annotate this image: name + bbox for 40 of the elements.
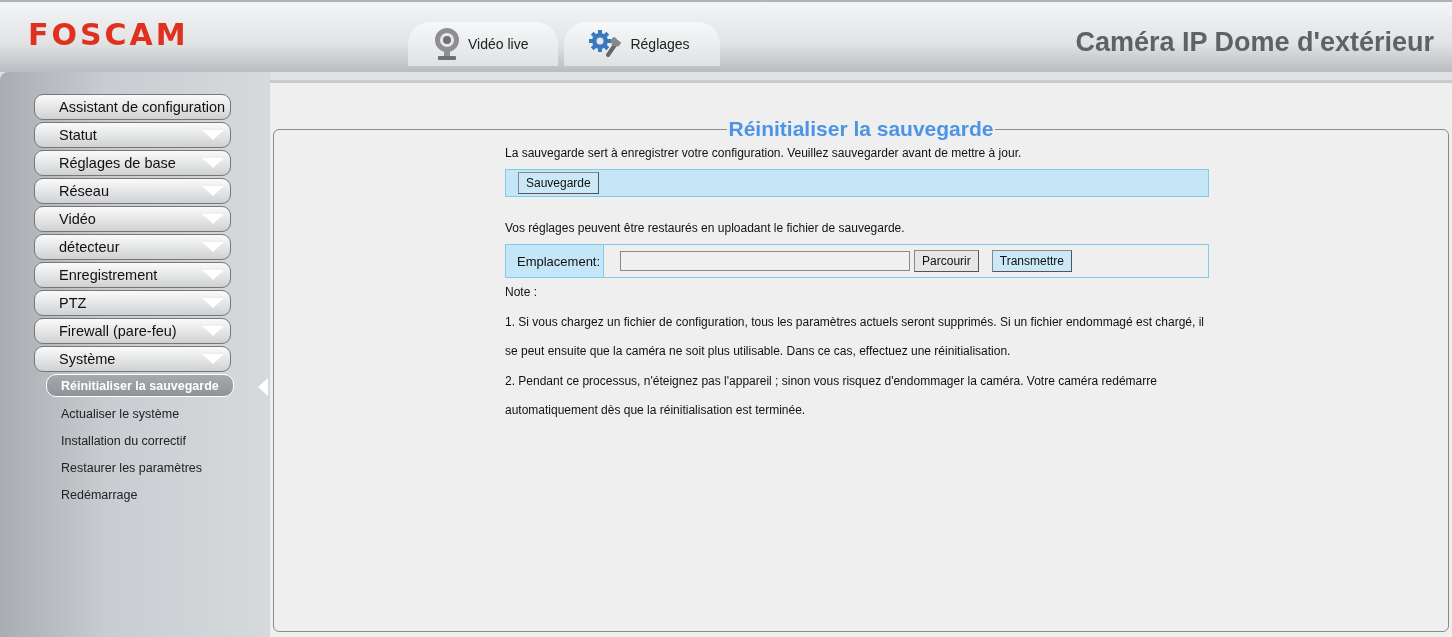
- menu-item[interactable]: Assistant de configuration: [34, 94, 231, 120]
- panel-title: Réinitialiser la sauvegarde: [727, 117, 995, 141]
- dropdown-arrow-icon: [202, 186, 224, 196]
- foscam-logo: FOSCAM: [28, 17, 190, 52]
- webcam-icon: [432, 27, 462, 61]
- note-paragraph: 1. Si vous chargez un fichier de configuration, tous les paramètres actuels seront supprimés. Si un fichier endommagé est chargé, il se peut ensuite que la caméra ne soit plus utilisable. Dans ce cas, effectuez une réinitialisation.: [505, 313, 1206, 361]
- submenu-item[interactable]: Installation du correctif: [46, 427, 202, 454]
- menu-item[interactable]: Système: [34, 346, 231, 372]
- submit-button[interactable]: Transmettre: [991, 250, 1073, 272]
- menu-item[interactable]: PTZ: [34, 290, 231, 316]
- browse-button[interactable]: Parcourir: [914, 250, 979, 272]
- note-heading: Note :: [505, 284, 538, 301]
- dropdown-arrow-icon: [202, 130, 224, 140]
- submenu-item[interactable]: Actualiser le système: [46, 400, 195, 427]
- backup-description: La sauvegarde sert à enregistrer votre configuration. Veuillez sauvegarder avant de mettre à jour.: [505, 146, 1023, 160]
- menu-item[interactable]: Statut: [34, 122, 231, 148]
- nav-tab[interactable]: Réglages: [564, 22, 720, 66]
- submenu-item[interactable]: Restaurer les paramètres: [46, 454, 218, 481]
- menu-item[interactable]: Réglages de base: [34, 150, 231, 176]
- dropdown-arrow-icon: [202, 242, 224, 252]
- location-label: Emplacement:: [506, 245, 605, 277]
- menu-item[interactable]: Firewall (pare-feu): [34, 318, 231, 344]
- menu-item[interactable]: Réseau: [34, 178, 231, 204]
- dropdown-arrow-icon: [202, 158, 224, 168]
- product-title: Caméra IP Dome d'extérieur: [1075, 27, 1434, 58]
- nav-tab[interactable]: Vidéo live: [408, 22, 559, 66]
- menu-item[interactable]: Enregistrement: [34, 262, 231, 288]
- dropdown-arrow-icon: [202, 270, 224, 280]
- file-path-field[interactable]: [620, 251, 911, 271]
- restore-description: Vos réglages peuvent être restaurés en uploadant le fichier de sauvegarde.: [505, 221, 906, 235]
- menu-item[interactable]: détecteur: [34, 234, 231, 260]
- dropdown-arrow-icon: [202, 214, 224, 224]
- dropdown-arrow-icon: [202, 326, 224, 336]
- dropdown-arrow-icon: [202, 298, 224, 308]
- backup-button[interactable]: Sauvegarde: [518, 172, 599, 194]
- dropdown-arrow-icon: [202, 354, 224, 364]
- menu-item[interactable]: Vidéo: [34, 206, 231, 232]
- submenu-item[interactable]: Redémarrage: [46, 481, 153, 508]
- pointer-icon: [257, 378, 268, 396]
- note-paragraph: 2. Pendant ce processus, n'éteignez pas l'appareil ; sinon vous risquez d'endommager la caméra. Votre caméra redémarre automatiquement dès que la réinitialisation est terminée.: [505, 372, 1158, 420]
